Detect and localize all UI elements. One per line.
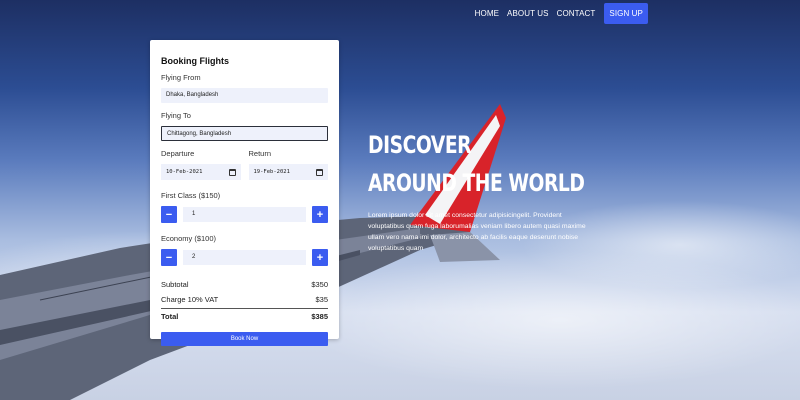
calendar-icon[interactable] [228, 168, 236, 176]
total-value: $385 [311, 312, 328, 321]
flying-from-input[interactable]: Dhaka, Bangladesh [161, 88, 328, 103]
flying-to-input[interactable]: Chittagong, Bangladesh [161, 126, 328, 141]
departure-date-input[interactable]: 10-Feb-2021 [161, 164, 241, 180]
economy-minus-button[interactable]: − [161, 249, 177, 266]
economy-plus-button[interactable]: + [312, 249, 328, 266]
first-class-stepper: − 1 + [161, 206, 328, 223]
nav-home[interactable]: HOME [471, 3, 503, 24]
calendar-icon[interactable] [316, 168, 323, 176]
return-date-value: 19-Feb-2021 [253, 169, 290, 175]
subtotal-value: $350 [311, 280, 328, 289]
top-navigation: HOME ABOUT US CONTACT SIGN UP [471, 3, 648, 24]
return-date-input[interactable]: 19-Feb-2021 [248, 164, 328, 180]
economy-quantity[interactable]: 2 [183, 250, 306, 265]
departure-date-value: 10-Feb-2021 [166, 169, 203, 175]
nav-contact[interactable]: CONTACT [553, 3, 600, 24]
hero-description: Lorem ipsum dolor sit amet consectetur a… [368, 212, 586, 252]
first-class-quantity[interactable]: 1 [183, 207, 306, 222]
booking-title: Booking Flights [161, 56, 229, 66]
economy-stepper: − 2 + [161, 249, 328, 266]
subtotal-label: Subtotal [161, 280, 189, 289]
vat-label: Charge 10% VAT [161, 295, 219, 304]
flying-from-label: Flying From [161, 73, 201, 82]
vat-value: $35 [315, 295, 328, 304]
date-row: Departure 10-Feb-2021 Return 19-Feb-2021 [161, 149, 328, 191]
vat-row: Charge 10% VAT $35 [161, 292, 328, 307]
first-class-minus-button[interactable]: − [161, 206, 177, 223]
booking-card: Booking Flights Flying From Dhaka, Bangl… [150, 40, 339, 346]
economy-label: Economy ($100) [161, 234, 217, 243]
first-class-label: First Class ($150) [161, 191, 221, 200]
return-label: Return [248, 149, 272, 158]
total-label: Total [161, 312, 179, 321]
hero-section: DISCOVER AROUND THE WORLD Lorem ipsum do… [368, 126, 598, 254]
book-now-button[interactable]: Book Now [161, 332, 328, 346]
total-row: Total $385 [161, 308, 328, 324]
sign-up-button[interactable]: SIGN UP [604, 3, 648, 24]
first-class-plus-button[interactable]: + [312, 206, 328, 223]
subtotal-row: Subtotal $350 [161, 277, 328, 292]
flying-to-label: Flying To [161, 111, 191, 120]
hero-heading-line-2: AROUND THE WORLD [368, 169, 585, 197]
nav-about-us[interactable]: ABOUT US [503, 3, 553, 24]
departure-label: Departure [161, 149, 195, 158]
hero-heading-line-1: DISCOVER [368, 131, 472, 159]
